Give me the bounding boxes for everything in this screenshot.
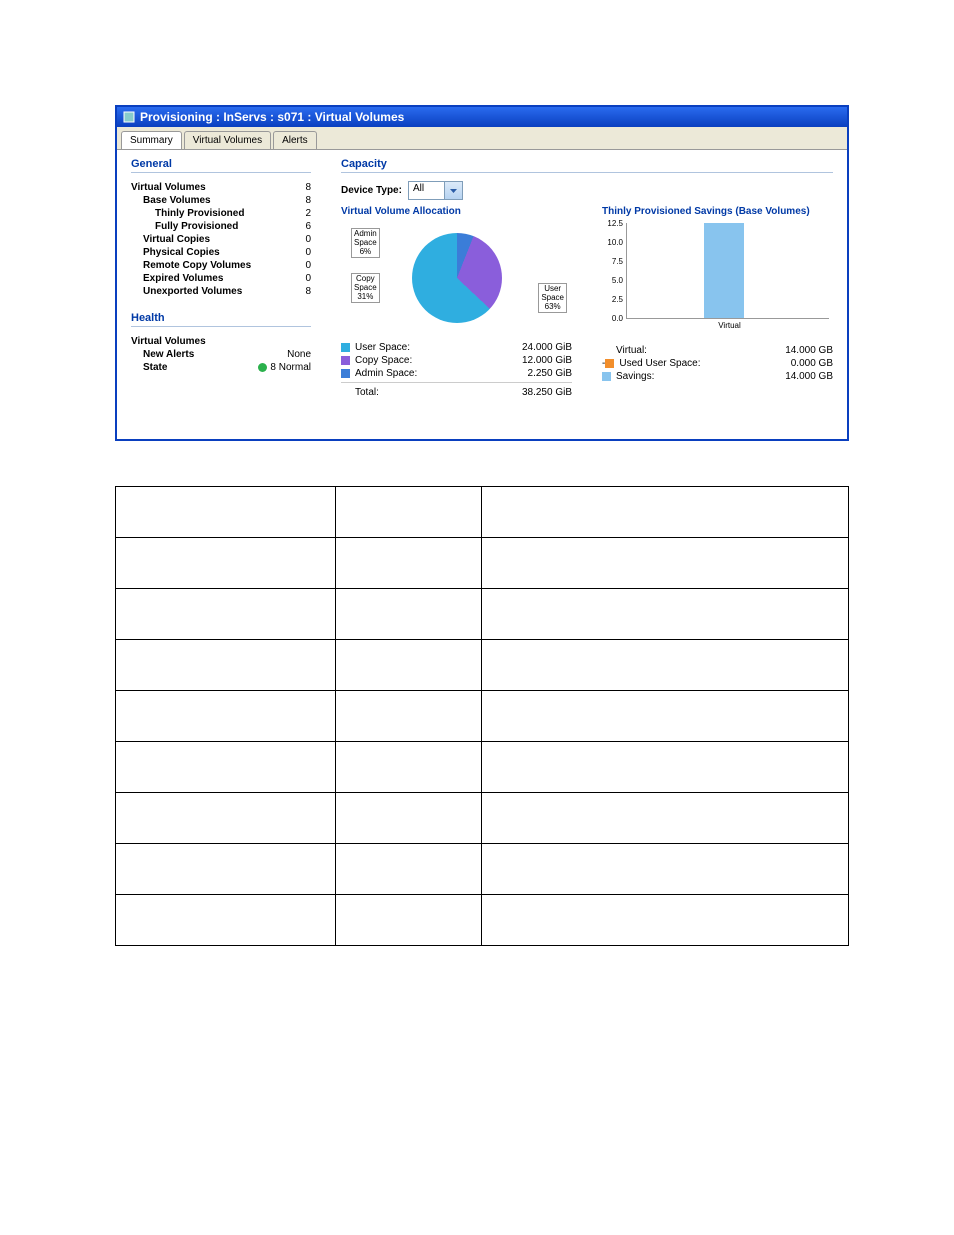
device-type-select[interactable]: All xyxy=(408,181,463,200)
y-tick: 7.5 xyxy=(603,257,623,266)
savings-title: Thinly Provisioned Savings (Base Volumes… xyxy=(602,206,833,217)
legend-row: Admin Space:2.250 GiB xyxy=(341,367,572,380)
pie-callout-copy: CopySpace31% xyxy=(351,273,380,303)
gen-value: 0 xyxy=(305,273,311,284)
swatch-icon xyxy=(605,359,614,368)
gen-value: 2 xyxy=(305,208,311,219)
capacity-title: Capacity xyxy=(341,158,833,173)
tab-strip: Summary Virtual Volumes Alerts xyxy=(117,127,847,150)
description-table xyxy=(115,486,849,946)
tab-virtual-volumes[interactable]: Virtual Volumes xyxy=(184,131,271,149)
health-vv: Virtual Volumes xyxy=(131,336,206,347)
y-tick: 10.0 xyxy=(603,238,623,247)
savings-column: Thinly Provisioned Savings (Base Volumes… xyxy=(602,206,833,399)
swatch-icon xyxy=(341,369,350,378)
legend-row: Savings:14.000 GB xyxy=(602,370,833,383)
window-title: Provisioning : InServs : s071 : Virtual … xyxy=(140,110,404,124)
bar-chart: 0.02.55.07.510.012.5 xyxy=(626,223,829,319)
legend-row: User Space:24.000 GiB xyxy=(341,341,572,354)
gen-label: Fully Provisioned xyxy=(155,221,238,232)
y-tick: 5.0 xyxy=(603,276,623,285)
y-tick: 0.0 xyxy=(603,314,623,323)
gen-value: 8 xyxy=(305,182,311,193)
gen-label: Expired Volumes xyxy=(143,273,223,284)
y-tick: 2.5 xyxy=(603,295,623,304)
general-title: General xyxy=(131,158,311,173)
allocation-column: Virtual Volume Allocation AdminSpace6% C… xyxy=(341,206,572,399)
device-type-label: Device Type: xyxy=(341,185,402,196)
general-panel: General Virtual Volumes 8 Base Volumes 8 Thi… xyxy=(131,158,311,399)
gen-value: 8 xyxy=(305,195,311,206)
state-value: 8 Normal xyxy=(258,362,311,373)
status-dot-icon xyxy=(258,363,267,372)
gen-value: 8 xyxy=(305,286,311,297)
gen-value: 0 xyxy=(305,260,311,271)
gen-label: Base Volumes xyxy=(143,195,211,206)
gen-value: 0 xyxy=(305,234,311,245)
tab-alerts[interactable]: Alerts xyxy=(273,131,317,149)
gen-label: Physical Copies xyxy=(143,247,220,258)
new-alerts-value: None xyxy=(287,349,311,360)
pie-chart: AdminSpace6% CopySpace31% UserSpace63% xyxy=(341,223,572,333)
capacity-panel: Capacity Device Type: All Virtual Volume… xyxy=(341,158,833,399)
pie-legend: User Space:24.000 GiBCopy Space:12.000 G… xyxy=(341,341,572,399)
health-title: Health xyxy=(131,312,311,327)
legend-row: Virtual:14.000 GB xyxy=(602,344,833,357)
new-alerts-label: New Alerts xyxy=(143,349,194,360)
legend-row: - Used User Space:0.000 GB xyxy=(602,357,833,370)
window-titlebar: Provisioning : InServs : s071 : Virtual … xyxy=(117,107,847,127)
bar-virtual xyxy=(704,223,744,318)
window-icon xyxy=(123,111,135,123)
swatch-icon xyxy=(602,372,611,381)
allocation-title: Virtual Volume Allocation xyxy=(341,206,572,217)
device-type-value: All xyxy=(409,182,444,199)
swatch-icon xyxy=(341,343,350,352)
pie-callout-admin: AdminSpace6% xyxy=(351,228,380,258)
gen-value: 0 xyxy=(305,247,311,258)
app-window: Provisioning : InServs : s071 : Virtual … xyxy=(115,105,849,441)
bar-legend: Virtual:14.000 GB- Used User Space:0.000… xyxy=(602,344,833,383)
tab-summary[interactable]: Summary xyxy=(121,131,182,149)
chevron-down-icon xyxy=(444,182,462,199)
state-label: State xyxy=(143,362,167,373)
legend-row: Copy Space:12.000 GiB xyxy=(341,354,572,367)
gen-label: Virtual Copies xyxy=(143,234,210,245)
y-tick: 12.5 xyxy=(603,219,623,228)
gen-label: Virtual Volumes xyxy=(131,182,206,193)
gen-label: Remote Copy Volumes xyxy=(143,260,251,271)
gen-value: 6 xyxy=(305,221,311,232)
bar-category-label: Virtual xyxy=(626,321,833,330)
gen-label: Unexported Volumes xyxy=(143,286,242,297)
gen-label: Thinly Provisioned xyxy=(155,208,244,219)
pie-graphic xyxy=(412,233,502,323)
swatch-icon xyxy=(341,356,350,365)
pie-callout-user: UserSpace63% xyxy=(538,283,567,313)
